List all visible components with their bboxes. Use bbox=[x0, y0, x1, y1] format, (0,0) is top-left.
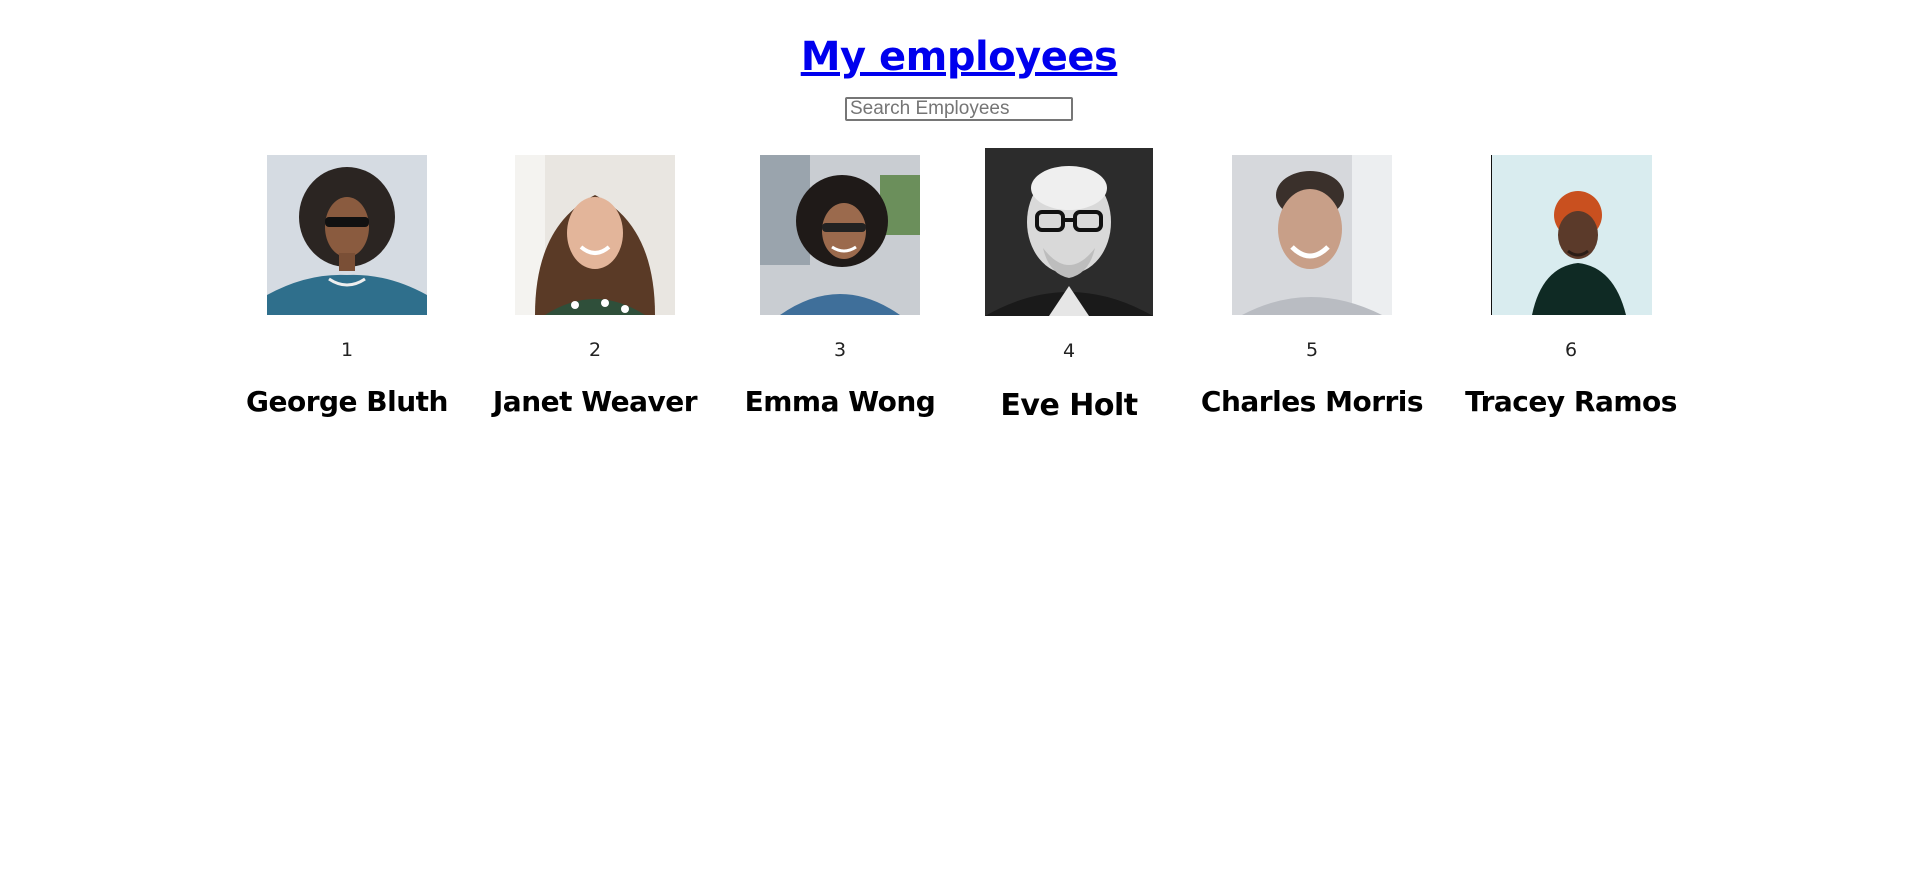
employee-avatar bbox=[1232, 155, 1392, 315]
employee-id: 3 bbox=[833, 339, 847, 361]
employee-card: 4 Eve Holt bbox=[949, 148, 1189, 423]
employee-name: Eve Holt bbox=[1000, 388, 1138, 423]
employee-name: George Bluth bbox=[246, 385, 449, 418]
employee-id: 6 bbox=[1564, 339, 1578, 361]
employee-name: Emma Wong bbox=[744, 385, 936, 418]
employee-avatar bbox=[515, 155, 675, 315]
employee-card: 6 Tracey Ramos bbox=[1451, 155, 1691, 418]
employee-avatar bbox=[985, 148, 1153, 316]
search-container bbox=[0, 97, 1918, 121]
employee-avatar bbox=[1490, 155, 1652, 315]
employee-card: 3 Emma Wong bbox=[720, 155, 960, 418]
employee-list: 1 George Bluth 2 Janet Weaver 3 Emma Won… bbox=[0, 148, 1918, 455]
employee-id: 5 bbox=[1305, 339, 1319, 361]
employee-avatar bbox=[760, 155, 920, 315]
employee-name: Tracey Ramos bbox=[1465, 385, 1677, 418]
page-header: My employees bbox=[0, 0, 1918, 84]
employee-card: 1 George Bluth bbox=[227, 155, 467, 418]
employee-name: Janet Weaver bbox=[492, 385, 698, 418]
page-title-link[interactable]: My employees bbox=[801, 30, 1118, 84]
employee-id: 2 bbox=[588, 339, 602, 361]
employee-id: 4 bbox=[1062, 340, 1076, 362]
employee-name: Charles Morris bbox=[1200, 385, 1424, 418]
employee-avatar bbox=[267, 155, 427, 315]
employee-card: 5 Charles Morris bbox=[1192, 155, 1432, 418]
employee-id: 1 bbox=[340, 339, 354, 361]
employee-card: 2 Janet Weaver bbox=[475, 155, 715, 418]
search-input[interactable] bbox=[845, 97, 1073, 121]
